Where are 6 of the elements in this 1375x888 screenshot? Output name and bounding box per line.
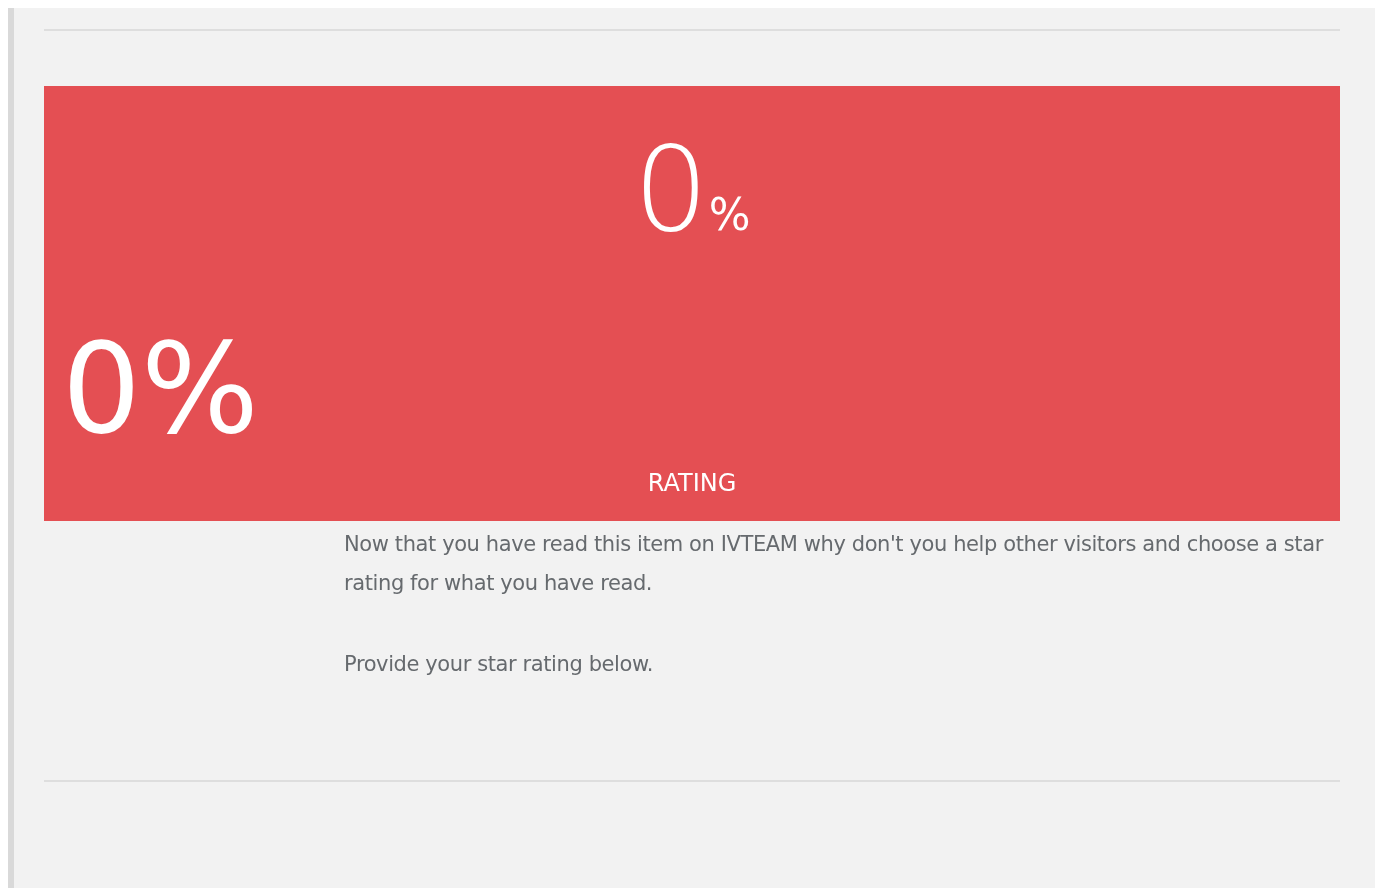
side-score: 0% <box>62 327 259 451</box>
paragraph: Provide your star rating below. <box>344 651 655 678</box>
paragraph: Now that you have read this item on IVTEAM why don't you help other visitors and choose a star rating for what you have read. <box>344 531 1324 597</box>
score-unit: % <box>708 193 751 237</box>
rating-label: RATING <box>647 471 737 495</box>
score-value: 0 <box>633 130 709 248</box>
